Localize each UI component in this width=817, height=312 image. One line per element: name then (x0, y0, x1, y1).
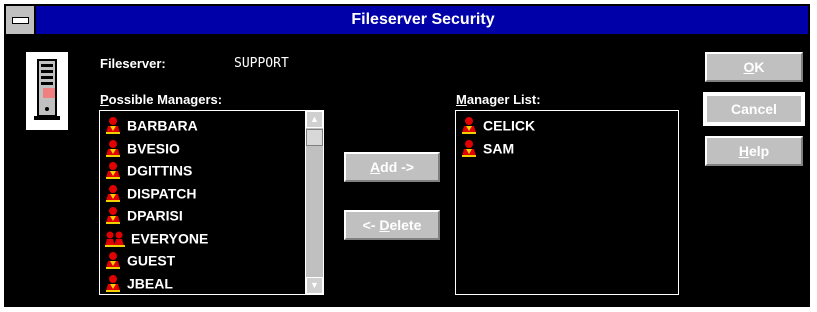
list-item[interactable]: BARBARA (104, 113, 198, 135)
user-icon (104, 161, 122, 180)
user-icon (104, 116, 122, 135)
cancel-button[interactable]: Cancel (703, 92, 805, 126)
manager-list[interactable]: CELICK SAM (455, 110, 679, 295)
scroll-thumb[interactable] (306, 129, 323, 146)
list-item[interactable]: DISPATCH (104, 181, 196, 203)
user-icon (460, 139, 478, 157)
possible-managers-list[interactable]: BARBARA BVESIO DGITTINS DISPATCH DPARISI EVER… (99, 110, 324, 295)
list-item[interactable]: BVESIO (104, 136, 180, 158)
user-icon (460, 116, 478, 135)
user-icon (104, 184, 122, 202)
list-item-label: DGITTINS (127, 162, 193, 179)
user-icon (104, 139, 122, 157)
user-icon (104, 206, 122, 225)
user-icon (104, 251, 122, 270)
group-icon (104, 229, 126, 247)
list-item[interactable]: DPARISI (104, 203, 183, 225)
list-item[interactable]: JBEAL (104, 271, 173, 293)
window-title: Fileserver Security (351, 11, 495, 28)
delete-button[interactable]: <- Delete (343, 209, 441, 241)
fileserver-security-dialog: Fileserver Security Fileserver: SUPPORT … (4, 4, 810, 307)
system-menu-button[interactable] (6, 6, 36, 34)
list-item[interactable]: GUEST (104, 248, 175, 270)
list-item-label: DPARISI (127, 207, 183, 224)
title-bar: Fileserver Security (6, 6, 808, 36)
dialog-client-area: Fileserver: SUPPORT Possible Managers: M… (6, 36, 808, 305)
list-item-label: DISPATCH (127, 184, 197, 201)
list-item-label: CELICK (483, 117, 536, 134)
list-item[interactable]: CELICK (460, 113, 535, 135)
possible-managers-scrollbar[interactable]: ▲ ▼ (305, 111, 323, 294)
list-item-label: JBEAL (127, 274, 173, 291)
list-item-label: BARBARA (127, 117, 198, 134)
list-item[interactable]: EVERYONE (104, 226, 208, 248)
system-menu-icon (12, 17, 29, 24)
add-button[interactable]: Add -> (343, 151, 441, 183)
fileserver-icon (26, 52, 68, 130)
list-item-label: EVERYONE (131, 229, 209, 246)
list-item-label: BVESIO (127, 139, 180, 156)
ok-button[interactable]: OK (704, 51, 804, 83)
fileserver-value: SUPPORT (234, 56, 289, 71)
possible-managers-label: Possible Managers: (100, 92, 223, 107)
list-item-label: SAM (483, 139, 515, 156)
list-item[interactable]: SAM (460, 136, 514, 158)
scroll-up-button[interactable]: ▲ (306, 111, 323, 128)
fileserver-label: Fileserver: (100, 56, 166, 71)
help-button[interactable]: Help (704, 135, 804, 167)
list-item[interactable]: DGITTINS (104, 158, 192, 180)
manager-list-label: Manager List: (456, 92, 541, 107)
list-item-label: GUEST (127, 252, 176, 269)
user-icon (104, 274, 122, 292)
scroll-down-button[interactable]: ▼ (306, 277, 323, 294)
